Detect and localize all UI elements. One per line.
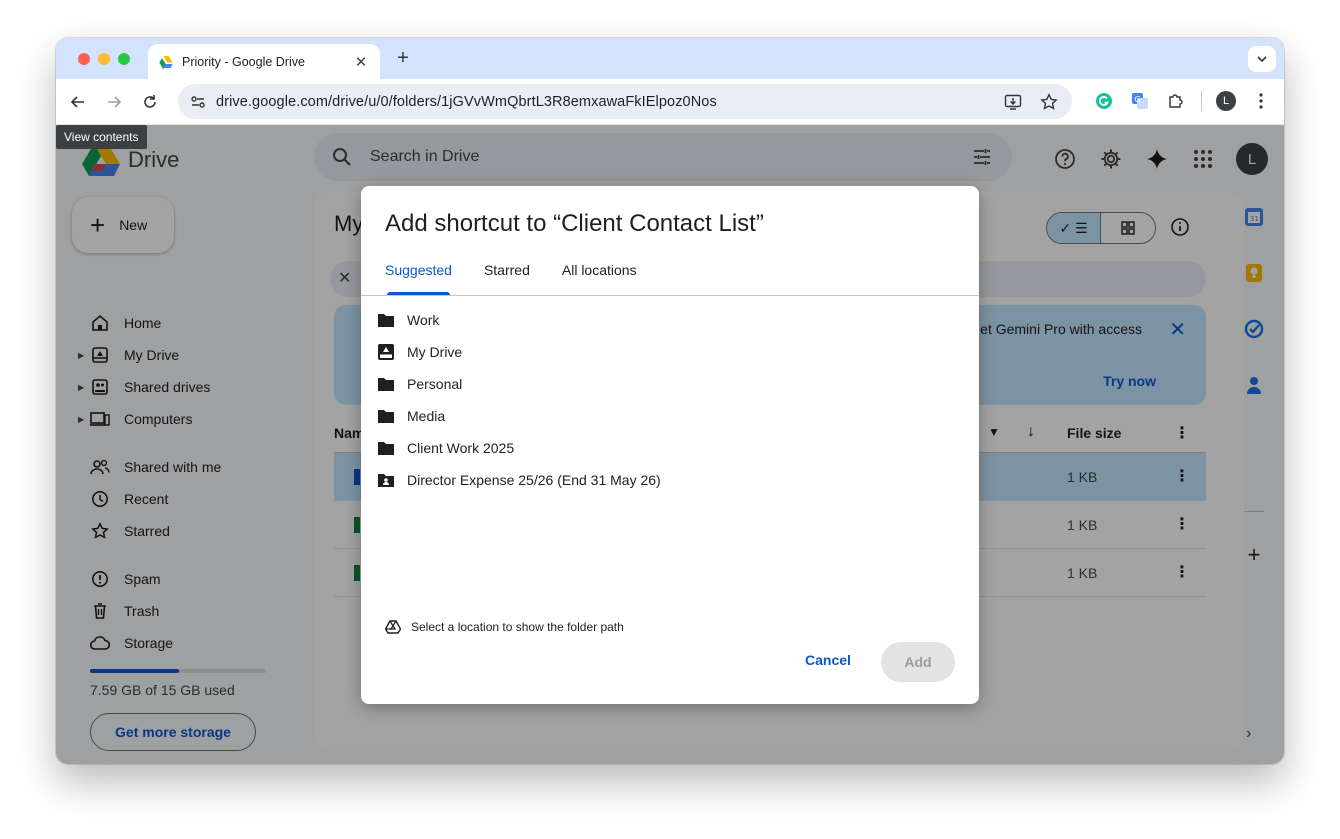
new-tab-button[interactable]: + xyxy=(392,47,414,69)
list-item[interactable]: Client Work 2025 xyxy=(361,432,979,464)
folder-path-hint: Select a location to show the folder pat… xyxy=(385,620,624,634)
install-app-icon[interactable] xyxy=(1002,91,1024,113)
folder-icon xyxy=(377,311,395,329)
tab-starred[interactable]: Starred xyxy=(484,262,530,294)
list-item[interactable]: Work xyxy=(361,304,979,336)
toolbar-divider xyxy=(1201,91,1202,111)
address-url[interactable]: drive.google.com/drive/u/0/folders/1jGVv… xyxy=(216,94,717,110)
google-drive-favicon-icon xyxy=(159,55,173,69)
dialog-tabs: Suggested Starred All locations xyxy=(385,262,669,295)
list-item[interactable]: My Drive xyxy=(361,336,979,368)
tab-search-button[interactable] xyxy=(1248,46,1276,72)
tab-close-icon[interactable]: ✕ xyxy=(352,53,370,71)
tab-title: Priority - Google Drive xyxy=(182,54,305,69)
browser-window: Priority - Google Drive ✕ + drive.google… xyxy=(56,38,1284,764)
browser-toolbar: drive.google.com/drive/u/0/folders/1jGVv… xyxy=(56,79,1284,125)
zoom-window-button[interactable] xyxy=(118,53,130,65)
address-bar[interactable]: drive.google.com/drive/u/0/folders/1jGVv… xyxy=(178,84,1072,119)
add-button[interactable]: Add xyxy=(881,642,955,682)
location-list: Work My Drive Personal Media Client Work… xyxy=(361,304,979,496)
grammarly-extension-icon[interactable] xyxy=(1093,90,1115,112)
browser-menu-icon[interactable] xyxy=(1250,90,1272,112)
tab-suggested[interactable]: Suggested xyxy=(385,262,452,295)
shared-folder-icon xyxy=(377,471,395,489)
list-item[interactable]: Director Expense 25/26 (End 31 May 26) xyxy=(361,464,979,496)
forward-button[interactable] xyxy=(102,90,126,114)
tab-strip: Priority - Google Drive ✕ + xyxy=(56,38,1284,79)
folder-icon xyxy=(377,407,395,425)
extensions-puzzle-icon[interactable] xyxy=(1165,90,1187,112)
minimize-window-button[interactable] xyxy=(98,53,110,65)
list-item[interactable]: Media xyxy=(361,400,979,432)
browser-profile-avatar[interactable]: L xyxy=(1216,91,1236,111)
browser-tab-active[interactable]: Priority - Google Drive ✕ xyxy=(148,44,380,79)
tab-all-locations[interactable]: All locations xyxy=(562,262,637,294)
cancel-button[interactable]: Cancel xyxy=(805,652,851,672)
dialog-title: Add shortcut to “Client Contact List” xyxy=(385,210,764,237)
list-item[interactable]: Personal xyxy=(361,368,979,400)
add-shortcut-dialog: Add shortcut to “Client Contact List” Su… xyxy=(361,186,979,704)
arrow-right-icon xyxy=(108,96,122,108)
my-drive-icon xyxy=(377,343,395,361)
back-button[interactable] xyxy=(66,90,90,114)
folder-icon xyxy=(377,375,395,393)
svg-text:G: G xyxy=(1135,95,1141,104)
arrow-left-icon xyxy=(70,96,84,108)
reload-icon xyxy=(144,95,156,108)
tooltip: View contents xyxy=(56,125,147,149)
translate-extension-icon[interactable]: G xyxy=(1129,90,1151,112)
folder-icon xyxy=(377,439,395,457)
site-settings-icon[interactable] xyxy=(190,94,206,110)
reload-button[interactable] xyxy=(138,90,162,114)
dialog-tab-divider xyxy=(361,295,979,296)
bookmark-star-icon[interactable] xyxy=(1038,91,1060,113)
drive-outline-icon xyxy=(385,620,401,634)
chevron-down-icon xyxy=(1257,56,1267,63)
close-window-button[interactable] xyxy=(78,53,90,65)
